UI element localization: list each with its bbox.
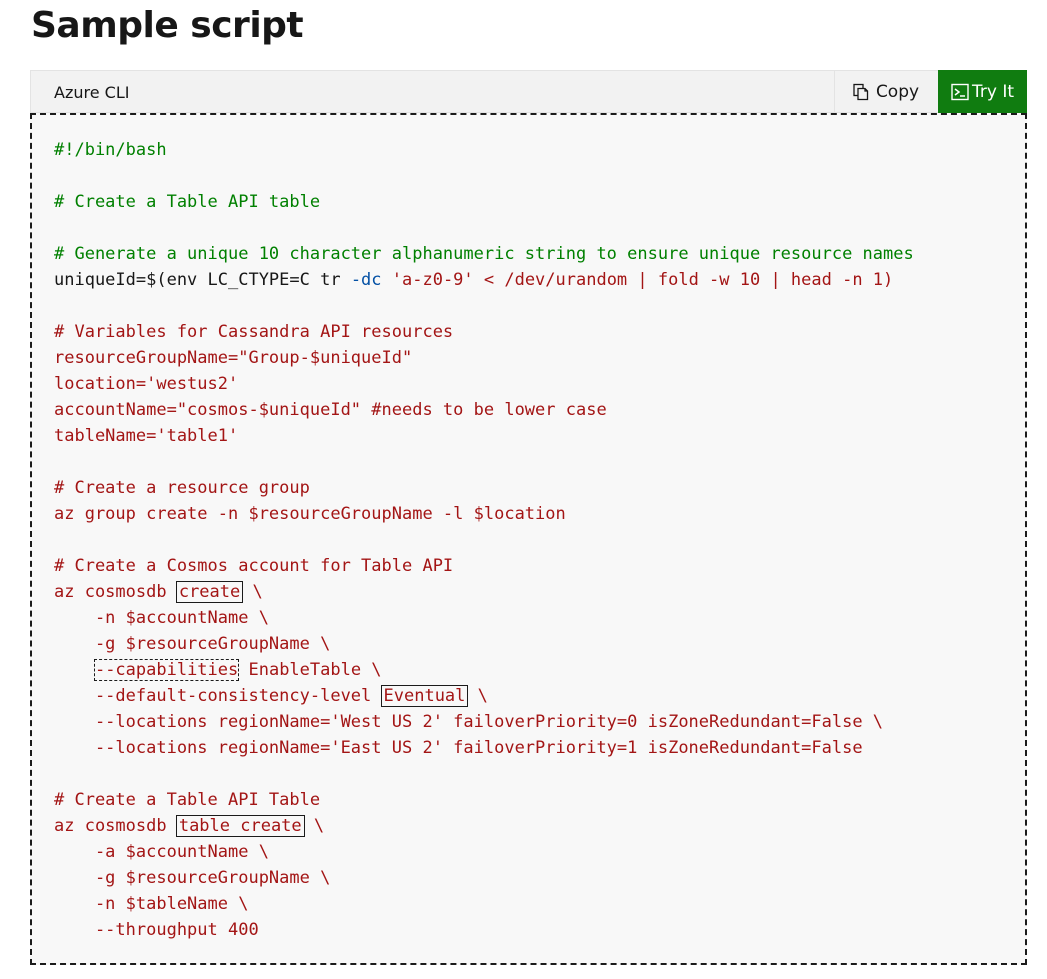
code-token: # Create a Cosmos account for Table API [54, 556, 454, 576]
code-line: uniqueId=$(env LC_CTYPE=C tr -dc 'a-z0-9… [54, 267, 914, 293]
copy-label: Copy [875, 81, 920, 102]
code-line: --locations regionName='East US 2' failo… [54, 735, 914, 761]
code-token: --throughput 400 [54, 920, 259, 940]
code-token: # Create a resource group [54, 478, 310, 498]
code-token: -n $tableName \ [54, 894, 249, 914]
try-it-label: Try It [971, 81, 1015, 102]
code-token: #!/bin/bash [54, 140, 167, 160]
highlighted-token: table create [175, 815, 305, 837]
code-line: --capabilities EnableTable \ [54, 657, 914, 683]
code-token: uniqueId=$(env LC_CTYPE=C tr [54, 270, 351, 290]
code-token: accountName="cosmos-$uniqueId" #needs to… [54, 400, 607, 420]
code-line: -g $resourceGroupName \ [54, 865, 914, 891]
code-line: accountName="cosmos-$uniqueId" #needs to… [54, 397, 914, 423]
code-token: \ [467, 686, 488, 706]
code-line: # Create a Table API table [54, 189, 914, 215]
language-label: Azure CLI [54, 83, 130, 102]
try-it-button[interactable]: Try It [938, 70, 1027, 113]
code-token: \ [242, 582, 263, 602]
code-token: -n $accountName \ [54, 608, 269, 628]
page-title: Sample script [31, 5, 304, 46]
code-line: az cosmosdb table create \ [54, 813, 914, 839]
code-token: # Generate a unique 10 character alphanu… [54, 244, 914, 264]
code-header: Azure CLI Copy Try It [30, 70, 1027, 113]
code-token: # Create a Table API table [54, 192, 321, 212]
code-line: # Generate a unique 10 character alphanu… [54, 241, 914, 267]
code-line: # Create a Cosmos account for Table API [54, 553, 914, 579]
code-block: #!/bin/bash # Create a Table API table #… [30, 113, 1027, 965]
code-line: resourceGroupName="Group-$uniqueId" [54, 345, 914, 371]
code-line: tableName='table1' [54, 423, 914, 449]
code-line: #!/bin/bash [54, 137, 914, 163]
copy-icon [852, 83, 870, 101]
code-token: 'a-z0-9' < /dev/urandom | fold -w 10 | h… [381, 270, 894, 290]
code-line: # Create a resource group [54, 475, 914, 501]
code-token: EnableTable \ [238, 660, 382, 680]
code-line: location='westus2' [54, 371, 914, 397]
code-token: -g $resourceGroupName \ [54, 868, 331, 888]
code-token: --default-consistency-level [54, 686, 382, 706]
code-line: --default-consistency-level Eventual \ [54, 683, 914, 709]
highlighted-token: create [175, 581, 244, 603]
highlighted-token: --capabilities [93, 659, 240, 681]
code-content: #!/bin/bash # Create a Table API table #… [54, 137, 914, 943]
code-token: --locations regionName='East US 2' failo… [54, 738, 863, 758]
code-token: \ [303, 816, 325, 836]
code-token: -dc [350, 270, 382, 290]
code-line: --throughput 400 [54, 917, 914, 943]
highlighted-token: Eventual [380, 685, 469, 707]
code-token: az cosmosdb [54, 816, 177, 836]
code-line: --locations regionName='West US 2' failo… [54, 709, 914, 735]
code-token: -g $resourceGroupName \ [54, 634, 331, 654]
code-token: tableName='table1' [54, 426, 239, 446]
code-token: --locations regionName='West US 2' failo… [54, 712, 884, 732]
code-line: az group create -n $resourceGroupName -l… [54, 501, 914, 527]
code-line: -n $accountName \ [54, 605, 914, 631]
code-line: # Create a Table API Table [54, 787, 914, 813]
code-line: -n $tableName \ [54, 891, 914, 917]
code-token: # Create a Table API Table [54, 790, 321, 810]
code-token: az group create -n $resourceGroupName -l… [54, 504, 566, 524]
code-line: # Variables for Cassandra API resources [54, 319, 914, 345]
code-line: -a $accountName \ [54, 839, 914, 865]
code-line: az cosmosdb create \ [54, 579, 914, 605]
terminal-icon [951, 83, 969, 101]
code-token: resourceGroupName="Group-$uniqueId" [54, 348, 413, 368]
copy-button[interactable]: Copy [834, 71, 936, 112]
code-token: location='westus2' [54, 374, 239, 394]
code-line: -g $resourceGroupName \ [54, 631, 914, 657]
code-token: # Variables for Cassandra API resources [54, 322, 454, 342]
code-token: az cosmosdb [54, 582, 177, 602]
code-token: -a $accountName \ [54, 842, 269, 862]
